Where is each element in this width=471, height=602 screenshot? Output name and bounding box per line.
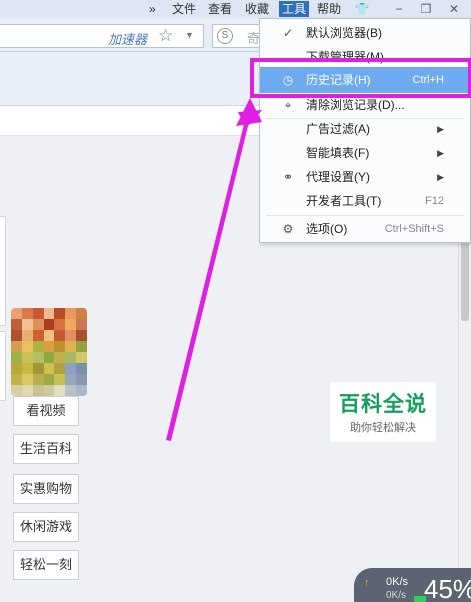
annotation-arrow [166,98,262,441]
